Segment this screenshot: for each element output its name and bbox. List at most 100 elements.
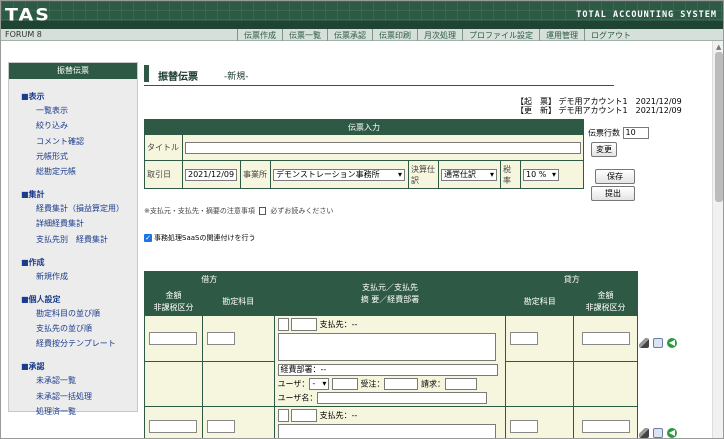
- credit-account-input[interactable]: [510, 331, 539, 345]
- scroll-up-icon[interactable]: ▲: [716, 43, 721, 51]
- user-input[interactable]: [331, 378, 358, 390]
- tas-logo: TAS: [5, 5, 51, 25]
- tax-label: 税率: [500, 160, 521, 189]
- center-header-line2: 摘 要／経費部署: [360, 294, 420, 304]
- sidebar-link-4-2[interactable]: 処理済一覧: [36, 406, 137, 417]
- user-select[interactable]: -: [309, 378, 330, 390]
- lines-label: 伝票行数: [588, 128, 620, 138]
- office-select[interactable]: デモンストレーション事務所: [273, 168, 405, 181]
- sidebar-link-3-1[interactable]: 支払先の並び順: [36, 323, 137, 334]
- user-label: ユーザ：: [277, 379, 310, 389]
- save-button[interactable]: 保存: [595, 169, 635, 184]
- menu-item-4[interactable]: 月次処理: [417, 29, 462, 41]
- payee-row-2: 支払先：--: [277, 409, 503, 422]
- payee-row: 支払先：--: [277, 318, 503, 331]
- credit-amount-header: 金額 非課税区分: [573, 287, 638, 316]
- sidebar-link-0-3[interactable]: 元帳形式: [36, 151, 137, 162]
- submit-button[interactable]: 提出: [591, 186, 635, 201]
- scrollbar[interactable]: ▲: [712, 41, 723, 438]
- credit-account-input-row2[interactable]: [510, 420, 539, 433]
- add-row-icon[interactable]: ◀: [667, 428, 677, 438]
- entry-detail-cell: 支払先：-- 経費部署：-- ユーザ：- 受注： 請求： ユーザ名：: [273, 315, 507, 407]
- menu-item-5[interactable]: プロファイル設定: [462, 29, 539, 41]
- copy-icon[interactable]: [653, 428, 663, 438]
- credit-amount-cell: [573, 315, 638, 362]
- menu-item-6[interactable]: 運用管理: [539, 29, 584, 41]
- credit-header: 貸方: [505, 271, 638, 288]
- debit-account-cell-row2: [201, 406, 275, 438]
- debit-header: 借方: [144, 271, 275, 288]
- date-label: 取引日: [144, 160, 183, 189]
- eraser-icon[interactable]: [639, 428, 649, 438]
- system-title: TOTAL ACCOUNTING SYSTEM: [576, 10, 717, 20]
- lines-input[interactable]: 10: [622, 127, 649, 139]
- debit-account-input-row2[interactable]: [206, 420, 235, 433]
- date-input[interactable]: 2021/12/09: [185, 168, 237, 181]
- sidebar-link-0-0[interactable]: 一覧表示: [36, 105, 137, 116]
- sidebar-link-1-0[interactable]: 経費集計（損益算定用）: [36, 203, 137, 214]
- debit-taxfree-label: 非課税区分: [153, 302, 194, 312]
- sidebar-link-0-1[interactable]: 絞り込み: [36, 120, 137, 131]
- debit-amount-input[interactable]: [149, 331, 198, 345]
- payee-code-input[interactable]: [291, 318, 318, 331]
- sidebar-link-0-2[interactable]: コメント確認: [36, 136, 137, 147]
- sidebar-title: 振替伝票: [9, 63, 137, 79]
- forum-label: FORUM 8: [5, 30, 42, 39]
- settle-cell: 通常仕訳: [438, 160, 501, 189]
- saas-checkbox[interactable]: ✓: [144, 234, 152, 242]
- sidebar-group-2: ■作成: [21, 257, 45, 267]
- credit-amount-input[interactable]: [581, 331, 630, 345]
- menu-item-7[interactable]: ログアウト: [584, 29, 637, 41]
- menu-bar: FORUM 8 伝票作成 伝票一覧 伝票承認 伝票印刷 月次処理 プロファイル設定 運用管理…: [1, 29, 723, 41]
- document-icon[interactable]: [259, 207, 267, 215]
- sidebar-link-1-2[interactable]: 支払先別 経費集計: [36, 234, 137, 245]
- title-input[interactable]: [185, 141, 581, 154]
- payee-toggle-2[interactable]: [277, 409, 289, 422]
- sidebar-link-2-0[interactable]: 新規作成: [36, 271, 137, 282]
- eraser-icon[interactable]: [639, 338, 649, 348]
- menu-item-0[interactable]: 伝票作成: [237, 29, 282, 41]
- memo-textarea-2[interactable]: [277, 424, 496, 438]
- sidebar-link-3-2[interactable]: 経費按分テンプレート: [36, 338, 137, 349]
- payee-toggle[interactable]: [277, 318, 289, 331]
- entry-form: 伝票入力 タイトル 取引日 2021/12/09 事業所 デモンストレーション事…: [144, 119, 584, 189]
- title-cell: [182, 134, 584, 161]
- add-row-icon[interactable]: ◀: [667, 338, 677, 348]
- memo-textarea[interactable]: [277, 333, 496, 361]
- credit-amount-input-row2[interactable]: [581, 420, 630, 433]
- date-cell: 2021/12/09: [182, 160, 241, 189]
- sidebar-link-4-1[interactable]: 未承認一括処理: [36, 391, 137, 402]
- sidebar-link-0-4[interactable]: 総勘定元帳: [36, 166, 137, 177]
- order-label: 受注：: [360, 379, 385, 389]
- menu-item-3[interactable]: 伝票印刷: [372, 29, 417, 41]
- sidebar-menu: ■表示 一覧表示 絞り込み コメント確認 元帳形式 総勘定元帳 ■集計 経費集計（損益算定用）…: [9, 91, 137, 417]
- user-row: ユーザ：- 受注： 請求：: [278, 378, 503, 390]
- notice-link[interactable]: 必ずお読みください: [270, 207, 333, 215]
- change-button[interactable]: 変更: [591, 142, 617, 157]
- order-input[interactable]: [384, 378, 419, 390]
- payee-code-input-2[interactable]: [291, 409, 318, 422]
- created-info: 【起 票】 デモ用アカウント1 2021/12/09: [516, 97, 682, 106]
- copy-icon[interactable]: [653, 338, 663, 348]
- tax-select[interactable]: 10 %: [523, 168, 559, 181]
- debit-account-input[interactable]: [206, 331, 235, 345]
- username-input[interactable]: [317, 392, 488, 404]
- debit-amount-cell-row2: [144, 406, 203, 438]
- entry-header: 伝票入力: [144, 119, 584, 135]
- scroll-thumb[interactable]: [715, 52, 723, 202]
- sidebar-link-3-0[interactable]: 勘定科目の並び順: [36, 308, 137, 319]
- lines-control: 伝票行数 10: [588, 127, 649, 139]
- sidebar-link-4-0[interactable]: 未承認一覧: [36, 375, 137, 386]
- center-header-line1: 支払元／支払先: [361, 282, 418, 292]
- notice-line: ※支払元・支払先・摘要の注意事項 必ずお読みください: [144, 206, 333, 216]
- dept-field[interactable]: 経費部署：--: [277, 364, 498, 376]
- menu-item-1[interactable]: 伝票一覧: [282, 29, 327, 41]
- page-title-bar: 振替伝票 -新規-: [144, 62, 614, 86]
- credit-account-header: 勘定科目: [505, 287, 575, 316]
- debit-amount-input-row2[interactable]: [149, 420, 198, 433]
- sidebar-link-1-1[interactable]: 詳細経費集計: [36, 218, 137, 229]
- invoice-input[interactable]: [445, 378, 477, 390]
- sidebar-group-3: ■個人設定: [21, 294, 61, 304]
- menu-item-2[interactable]: 伝票承認: [327, 29, 372, 41]
- settle-select[interactable]: 通常仕訳: [441, 168, 497, 181]
